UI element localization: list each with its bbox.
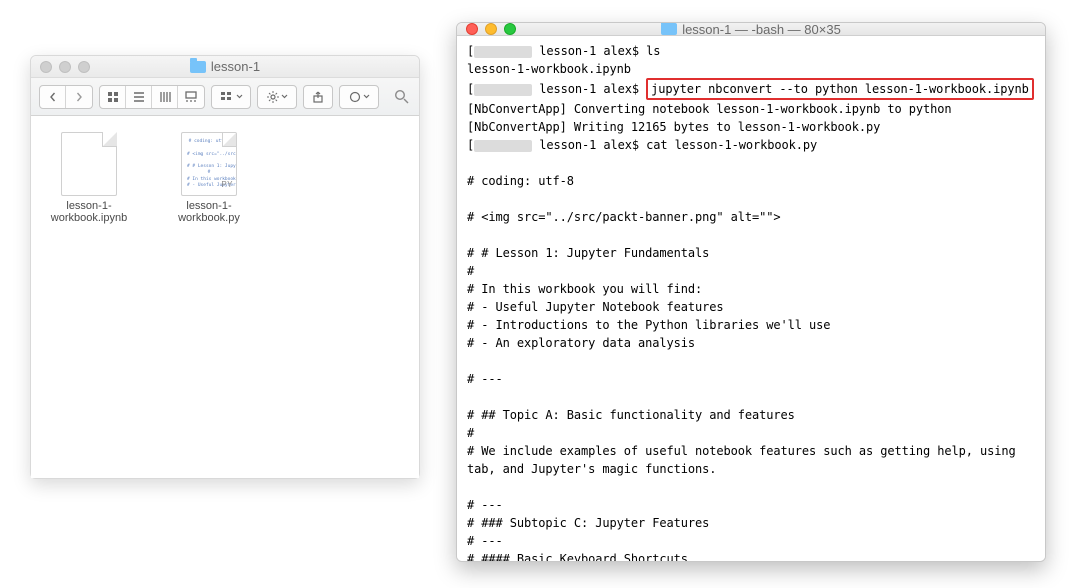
chevron-down-icon [236,94,243,99]
view-columns-button[interactable] [152,86,178,108]
search-icon [394,89,409,104]
folder-icon [190,61,206,73]
terminal-title: lesson-1 — -bash — 80×35 [457,22,1045,37]
nbconvert-out-1: [NbConvertApp] Converting notebook lesso… [467,102,951,116]
chevron-left-icon [48,92,58,102]
highlighted-command: jupyter nbconvert --to python lesson-1-w… [646,78,1034,100]
finder-title: lesson-1 [31,59,419,74]
prompt: lesson-1 alex$ [539,82,639,96]
document-icon: # coding: utf-8 # <img src="../src # # L… [181,132,237,196]
cmd-cat: cat lesson-1-workbook.py [646,138,817,152]
arrange-icon [220,91,234,103]
cmd-nbconvert: jupyter nbconvert --to python lesson-1-w… [651,82,1029,96]
ls-output: lesson-1-workbook.ipynb [467,62,631,76]
search-button[interactable] [391,87,411,107]
columns-icon [159,91,171,103]
file-ipynb[interactable]: lesson-1-workbook.ipynb [41,132,137,462]
tags-button[interactable] [339,85,379,109]
cat-output: # coding: utf-8 # <img src="../src/packt… [467,174,1023,562]
redacted-host [474,140,532,152]
view-gallery-button[interactable] [178,86,204,108]
chevron-down-icon [363,94,370,99]
terminal-window: lesson-1 — -bash — 80×35 [ lesson-1 alex… [456,22,1046,562]
finder-window: lesson-1 [30,55,420,479]
gear-icon [267,91,279,103]
back-button[interactable] [40,86,66,108]
chevron-down-icon [281,94,288,99]
document-icon [61,132,117,196]
view-switcher [99,85,205,109]
forward-button[interactable] [66,86,92,108]
prompt: lesson-1 alex$ [539,44,639,58]
arrange-button[interactable] [211,85,251,109]
redacted-host [474,46,532,58]
redacted-host [474,84,532,96]
terminal-body[interactable]: [ lesson-1 alex$ ls lesson-1-workbook.ip… [457,36,1045,562]
finder-titlebar: lesson-1 [31,56,419,78]
terminal-title-text: lesson-1 — -bash — 80×35 [682,22,841,37]
nbconvert-out-2: [NbConvertApp] Writing 12165 bytes to le… [467,120,880,134]
view-list-button[interactable] [126,86,152,108]
file-py[interactable]: # coding: utf-8 # <img src="../src # # L… [161,132,257,462]
terminal-titlebar: lesson-1 — -bash — 80×35 [457,23,1045,36]
view-icons-button[interactable] [100,86,126,108]
tag-icon [349,91,361,103]
chevron-right-icon [74,92,84,102]
folder-icon [661,23,677,35]
file-label: lesson-1-workbook.ipynb [41,200,137,224]
grid-icon [107,91,119,103]
finder-title-text: lesson-1 [211,59,260,74]
finder-toolbar [31,78,419,116]
share-icon [312,91,324,103]
py-badge: PY [221,179,233,190]
finder-body: lesson-1-workbook.ipynb # coding: utf-8 … [31,116,419,478]
file-label: lesson-1-workbook.py [161,200,257,224]
cmd-ls: ls [646,44,660,58]
nav-back-forward [39,85,93,109]
list-icon [133,91,145,103]
gallery-icon [185,91,197,103]
action-button[interactable] [257,85,297,109]
prompt: lesson-1 alex$ [539,138,639,152]
share-button[interactable] [303,85,333,109]
